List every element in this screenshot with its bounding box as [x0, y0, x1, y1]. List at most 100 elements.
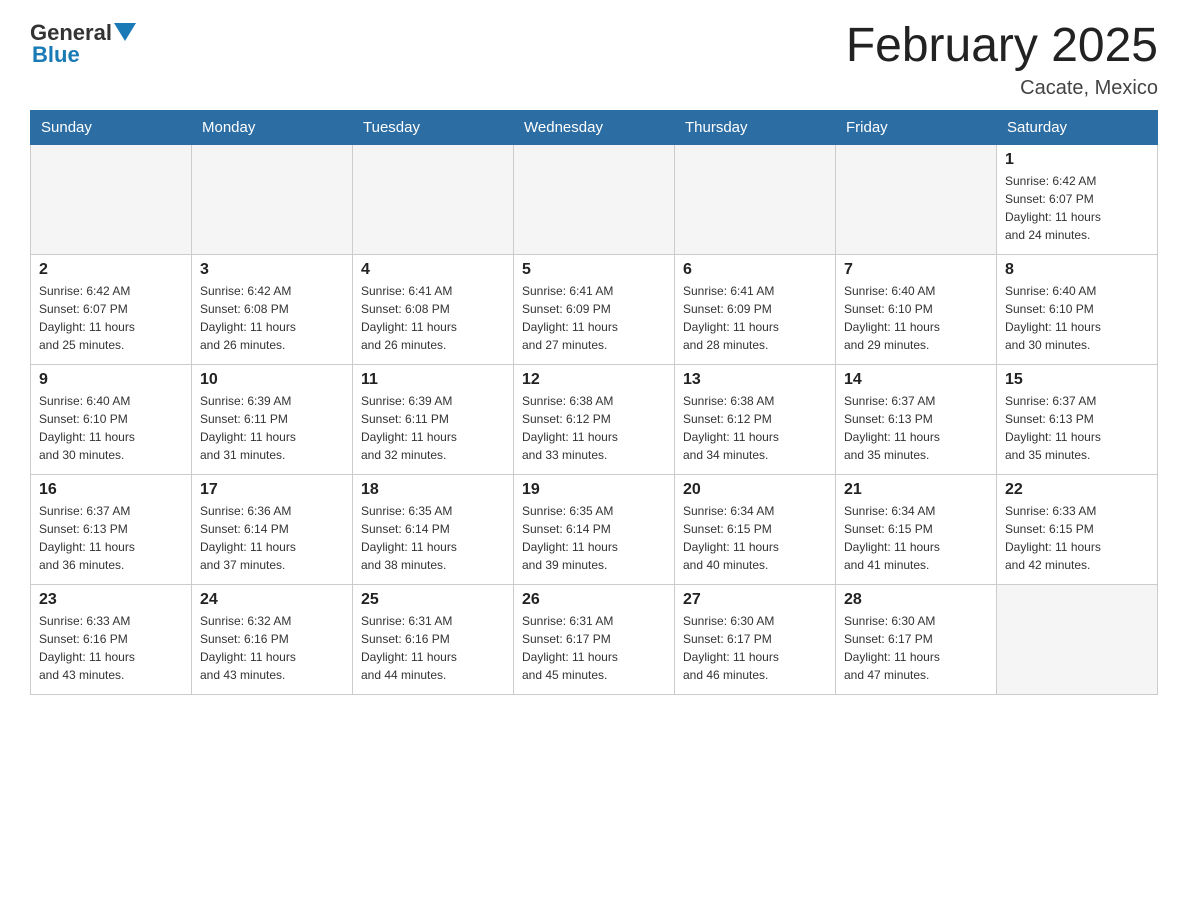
- weekday-header-row: SundayMondayTuesdayWednesdayThursdayFrid…: [31, 110, 1158, 144]
- day-number: 19: [522, 481, 666, 499]
- day-number: 7: [844, 261, 988, 279]
- day-info: Sunrise: 6:30 AMSunset: 6:17 PMDaylight:…: [683, 612, 827, 684]
- day-info: Sunrise: 6:39 AMSunset: 6:11 PMDaylight:…: [200, 392, 344, 464]
- day-info: Sunrise: 6:37 AMSunset: 6:13 PMDaylight:…: [844, 392, 988, 464]
- day-info: Sunrise: 6:38 AMSunset: 6:12 PMDaylight:…: [683, 392, 827, 464]
- day-number: 4: [361, 261, 505, 279]
- day-number: 8: [1005, 261, 1149, 279]
- calendar-day-cell: 8 Sunrise: 6:40 AMSunset: 6:10 PMDaylight…: [997, 254, 1158, 364]
- weekday-header-saturday: Saturday: [997, 110, 1158, 144]
- day-info: Sunrise: 6:42 AMSunset: 6:08 PMDaylight:…: [200, 282, 344, 354]
- page-header: General Blue February 2025 Cacate, Mexic…: [30, 20, 1158, 100]
- calendar-day-cell: 7 Sunrise: 6:40 AMSunset: 6:10 PMDaylight…: [836, 254, 997, 364]
- calendar-day-cell: 9 Sunrise: 6:40 AMSunset: 6:10 PMDaylight…: [31, 364, 192, 474]
- calendar-day-cell: [353, 144, 514, 254]
- calendar-day-cell: 25 Sunrise: 6:31 AMSunset: 6:16 PMDayligh…: [353, 584, 514, 694]
- day-info: Sunrise: 6:31 AMSunset: 6:17 PMDaylight:…: [522, 612, 666, 684]
- calendar-day-cell: 24 Sunrise: 6:32 AMSunset: 6:16 PMDayligh…: [192, 584, 353, 694]
- day-number: 22: [1005, 481, 1149, 499]
- calendar-week-row: 23 Sunrise: 6:33 AMSunset: 6:16 PMDayligh…: [31, 584, 1158, 694]
- calendar-day-cell: [997, 584, 1158, 694]
- calendar-day-cell: 5 Sunrise: 6:41 AMSunset: 6:09 PMDaylight…: [514, 254, 675, 364]
- day-number: 26: [522, 591, 666, 609]
- calendar-day-cell: 11 Sunrise: 6:39 AMSunset: 6:11 PMDayligh…: [353, 364, 514, 474]
- calendar-week-row: 9 Sunrise: 6:40 AMSunset: 6:10 PMDaylight…: [31, 364, 1158, 474]
- day-info: Sunrise: 6:42 AMSunset: 6:07 PMDaylight:…: [1005, 172, 1149, 244]
- calendar-day-cell: 10 Sunrise: 6:39 AMSunset: 6:11 PMDayligh…: [192, 364, 353, 474]
- day-info: Sunrise: 6:35 AMSunset: 6:14 PMDaylight:…: [361, 502, 505, 574]
- day-info: Sunrise: 6:40 AMSunset: 6:10 PMDaylight:…: [1005, 282, 1149, 354]
- day-number: 27: [683, 591, 827, 609]
- calendar-day-cell: 28 Sunrise: 6:30 AMSunset: 6:17 PMDayligh…: [836, 584, 997, 694]
- weekday-header-sunday: Sunday: [31, 110, 192, 144]
- day-number: 13: [683, 371, 827, 389]
- calendar-day-cell: 15 Sunrise: 6:37 AMSunset: 6:13 PMDayligh…: [997, 364, 1158, 474]
- weekday-header-thursday: Thursday: [675, 110, 836, 144]
- calendar-day-cell: [514, 144, 675, 254]
- day-number: 11: [361, 371, 505, 389]
- day-number: 17: [200, 481, 344, 499]
- day-info: Sunrise: 6:42 AMSunset: 6:07 PMDaylight:…: [39, 282, 183, 354]
- day-info: Sunrise: 6:32 AMSunset: 6:16 PMDaylight:…: [200, 612, 344, 684]
- weekday-header-friday: Friday: [836, 110, 997, 144]
- day-number: 10: [200, 371, 344, 389]
- day-number: 28: [844, 591, 988, 609]
- calendar-day-cell: 20 Sunrise: 6:34 AMSunset: 6:15 PMDayligh…: [675, 474, 836, 584]
- calendar-day-cell: 22 Sunrise: 6:33 AMSunset: 6:15 PMDayligh…: [997, 474, 1158, 584]
- calendar-day-cell: 23 Sunrise: 6:33 AMSunset: 6:16 PMDayligh…: [31, 584, 192, 694]
- calendar-day-cell: 12 Sunrise: 6:38 AMSunset: 6:12 PMDayligh…: [514, 364, 675, 474]
- calendar-week-row: 1 Sunrise: 6:42 AMSunset: 6:07 PMDaylight…: [31, 144, 1158, 254]
- calendar-day-cell: 3Sunrise: 6:42 AMSunset: 6:08 PMDaylight…: [192, 254, 353, 364]
- day-number: 9: [39, 371, 183, 389]
- day-info: Sunrise: 6:40 AMSunset: 6:10 PMDaylight:…: [844, 282, 988, 354]
- calendar-day-cell: 4 Sunrise: 6:41 AMSunset: 6:08 PMDaylight…: [353, 254, 514, 364]
- calendar-day-cell: [836, 144, 997, 254]
- calendar-day-cell: 2 Sunrise: 6:42 AMSunset: 6:07 PMDaylight…: [31, 254, 192, 364]
- calendar-week-row: 16 Sunrise: 6:37 AMSunset: 6:13 PMDayligh…: [31, 474, 1158, 584]
- day-number: 6: [683, 261, 827, 279]
- day-info: Sunrise: 6:39 AMSunset: 6:11 PMDaylight:…: [361, 392, 505, 464]
- day-info: Sunrise: 6:41 AMSunset: 6:09 PMDaylight:…: [683, 282, 827, 354]
- day-info: Sunrise: 6:30 AMSunset: 6:17 PMDaylight:…: [844, 612, 988, 684]
- day-info: Sunrise: 6:31 AMSunset: 6:16 PMDaylight:…: [361, 612, 505, 684]
- day-info: Sunrise: 6:40 AMSunset: 6:10 PMDaylight:…: [39, 392, 183, 464]
- day-number: 23: [39, 591, 183, 609]
- day-number: 16: [39, 481, 183, 499]
- day-number: 2: [39, 261, 183, 279]
- day-info: Sunrise: 6:36 AMSunset: 6:14 PMDaylight:…: [200, 502, 344, 574]
- calendar-table: SundayMondayTuesdayWednesdayThursdayFrid…: [30, 110, 1158, 695]
- day-number: 24: [200, 591, 344, 609]
- day-info: Sunrise: 6:34 AMSunset: 6:15 PMDaylight:…: [683, 502, 827, 574]
- location-label: Cacate, Mexico: [846, 77, 1158, 100]
- day-number: 1: [1005, 151, 1149, 169]
- calendar-day-cell: 6 Sunrise: 6:41 AMSunset: 6:09 PMDaylight…: [675, 254, 836, 364]
- logo-blue-text: Blue: [32, 42, 80, 68]
- day-number: 18: [361, 481, 505, 499]
- day-number: 21: [844, 481, 988, 499]
- day-info: Sunrise: 6:38 AMSunset: 6:12 PMDaylight:…: [522, 392, 666, 464]
- calendar-week-row: 2 Sunrise: 6:42 AMSunset: 6:07 PMDaylight…: [31, 254, 1158, 364]
- day-info: Sunrise: 6:37 AMSunset: 6:13 PMDaylight:…: [39, 502, 183, 574]
- title-block: February 2025 Cacate, Mexico: [846, 20, 1158, 100]
- calendar-title: February 2025: [846, 20, 1158, 73]
- calendar-day-cell: 16 Sunrise: 6:37 AMSunset: 6:13 PMDayligh…: [31, 474, 192, 584]
- day-number: 5: [522, 261, 666, 279]
- day-info: Sunrise: 6:41 AMSunset: 6:08 PMDaylight:…: [361, 282, 505, 354]
- day-info: Sunrise: 6:33 AMSunset: 6:16 PMDaylight:…: [39, 612, 183, 684]
- calendar-day-cell: 21 Sunrise: 6:34 AMSunset: 6:15 PMDayligh…: [836, 474, 997, 584]
- day-info: Sunrise: 6:35 AMSunset: 6:14 PMDaylight:…: [522, 502, 666, 574]
- day-info: Sunrise: 6:33 AMSunset: 6:15 PMDaylight:…: [1005, 502, 1149, 574]
- day-number: 20: [683, 481, 827, 499]
- calendar-day-cell: 27 Sunrise: 6:30 AMSunset: 6:17 PMDayligh…: [675, 584, 836, 694]
- day-info: Sunrise: 6:34 AMSunset: 6:15 PMDaylight:…: [844, 502, 988, 574]
- day-number: 25: [361, 591, 505, 609]
- calendar-day-cell: 17 Sunrise: 6:36 AMSunset: 6:14 PMDayligh…: [192, 474, 353, 584]
- day-info: Sunrise: 6:37 AMSunset: 6:13 PMDaylight:…: [1005, 392, 1149, 464]
- weekday-header-monday: Monday: [192, 110, 353, 144]
- day-number: 14: [844, 371, 988, 389]
- calendar-day-cell: [192, 144, 353, 254]
- day-number: 15: [1005, 371, 1149, 389]
- calendar-day-cell: 14 Sunrise: 6:37 AMSunset: 6:13 PMDayligh…: [836, 364, 997, 474]
- day-number: 12: [522, 371, 666, 389]
- day-info: Sunrise: 6:41 AMSunset: 6:09 PMDaylight:…: [522, 282, 666, 354]
